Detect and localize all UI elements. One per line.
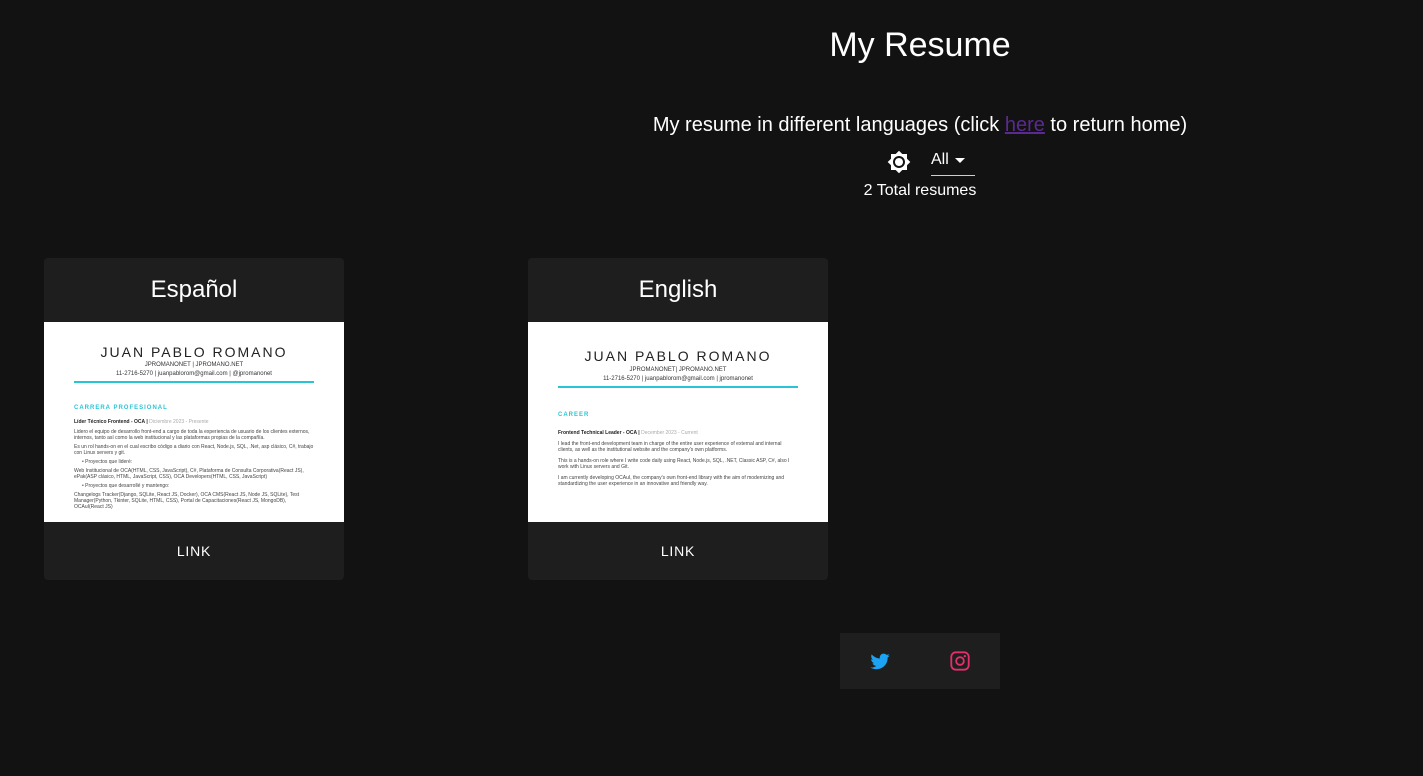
resume-paragraph: Lidero el equipo de desarrollo front-end…	[74, 429, 310, 441]
resume-role-date: December 2023 - Current	[641, 430, 698, 436]
resume-card-english: English JUAN PABLO ROMANO JPROMANONET| J…	[528, 258, 828, 580]
twitter-icon	[870, 653, 890, 670]
resume-role-date: Diciembre 2023 - Presente	[149, 419, 209, 425]
resume-bullet: • Proyectos que lideré:	[82, 459, 133, 465]
card-title: Español	[150, 276, 238, 303]
resume-role-title: Líder Técnico Frontend - OCA |	[74, 419, 148, 425]
card-actions: LINK	[44, 522, 344, 580]
resume-link-button[interactable]: LINK	[645, 535, 711, 567]
subtitle-text-before: My resume in different languages (click	[652, 114, 1005, 136]
resume-paragraph: I am currently developing OCAuI, the com…	[558, 475, 785, 487]
resume-paragraph: Es un rol hands-on en el cual escribo có…	[74, 444, 314, 456]
resume-links: JPROMANONET | JPROMANO.NET	[144, 362, 244, 368]
language-filter-select[interactable]: All	[931, 149, 975, 176]
resume-name: JUAN PABLO ROMANO	[584, 348, 772, 364]
home-link[interactable]: here	[1005, 114, 1045, 136]
resume-bullet-text: Proyectos que desarrollé y mantengo:	[85, 483, 170, 489]
resume-paragraph: Changelogs Tracker(Django, SQLite, React…	[74, 492, 299, 510]
brightness-icon	[887, 150, 911, 174]
resume-role-title: Frontend Technical Leader - OCA |	[558, 430, 640, 436]
resume-contact: 11-2716-5270 | juanpablorom@gmail.com | …	[603, 376, 753, 382]
theme-toggle-button[interactable]	[885, 148, 913, 176]
resume-bullet-text: Proyectos que lideré:	[85, 459, 133, 465]
resume-divider	[74, 381, 314, 383]
resume-preview-image: JUAN PABLO ROMANO JPROMANONET | JPROMANO…	[44, 322, 344, 522]
resume-links: JPROMANONET| JPROMANO.NET	[629, 367, 727, 373]
resume-bullet: • Proyectos que desarrollé y mantengo:	[82, 483, 170, 489]
resume-count: 2 Total resumes	[863, 182, 977, 199]
resume-section-heading: CAREER	[558, 412, 590, 418]
page: My Resume My resume in different languag…	[0, 0, 1423, 776]
subtitle-text-after: to return home)	[1044, 114, 1188, 136]
chevron-down-icon	[954, 158, 965, 163]
instagram-link[interactable]	[948, 649, 972, 673]
resume-section-heading: CARRERA PROFESIONAL	[74, 405, 168, 411]
card-actions: LINK	[528, 522, 828, 580]
resume-preview-image: JUAN PABLO ROMANO JPROMANONET| JPROMANO.…	[528, 322, 828, 522]
resume-card-spanish: Español JUAN PABLO ROMANO JPROMANONET | …	[44, 258, 344, 580]
filter-controls: All	[885, 146, 975, 178]
page-subtitle: My resume in different languages (click …	[0, 114, 1423, 137]
page-title: My Resume	[829, 26, 1011, 64]
resume-contact: 11-2716-5270 | juanpablorom@gmail.com | …	[116, 371, 272, 377]
resume-role: Frontend Technical Leader - OCA | Decemb…	[558, 430, 798, 436]
language-filter-value: All	[931, 150, 949, 168]
resume-paragraph: Web Institucional de OCA(HTML, CSS, Java…	[74, 468, 304, 480]
card-title: English	[638, 276, 718, 303]
social-links	[840, 633, 1000, 689]
resume-link-button[interactable]: LINK	[161, 535, 227, 567]
resume-role: Líder Técnico Frontend - OCA | Diciembre…	[74, 419, 314, 425]
resume-paragraph: This is a hands-on role where I write co…	[558, 458, 790, 470]
resume-paragraph: I lead the front-end development team in…	[558, 441, 782, 453]
resume-name: JUAN PABLO ROMANO	[100, 344, 288, 360]
twitter-link[interactable]	[868, 649, 892, 673]
resume-divider	[558, 386, 798, 388]
instagram-icon	[950, 651, 970, 671]
